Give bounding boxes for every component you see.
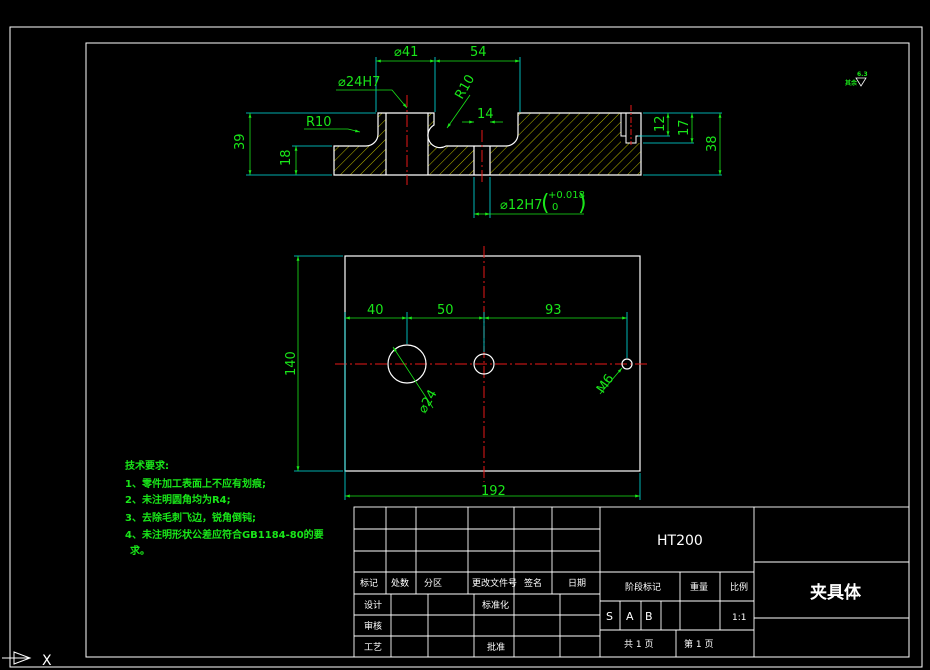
- dim-radius-top: R10: [452, 72, 478, 102]
- tech-line-1: 1、零件加工表面上不应有划痕;: [125, 477, 266, 490]
- paren-close: ): [578, 191, 587, 216]
- dim-counterbore-12: 12: [653, 115, 668, 132]
- dim-slot-width: 14: [477, 107, 494, 122]
- standardize-label: 标准化: [482, 599, 509, 611]
- tech-title: 技术要求:: [125, 459, 169, 472]
- row-design: 设计: [364, 599, 382, 611]
- row-process: 工艺: [364, 642, 382, 653]
- sheets-total: 共 1 页: [624, 639, 653, 650]
- dim-counterbore-17: 17: [677, 119, 692, 136]
- dim-hole-24: ⌀24: [415, 387, 440, 416]
- tech-line-5: 求。: [130, 544, 150, 557]
- plan-view: 140 192 40 50 93 ⌀24 M6: [284, 246, 650, 500]
- rev-header-doc: 更改文件号: [472, 577, 517, 589]
- rev-header-mark: 标记: [360, 577, 378, 589]
- svg-text:X: X: [42, 653, 52, 669]
- dim-pin-hole: ⌀24H7: [338, 75, 380, 90]
- dim-thread-m6: M6: [594, 372, 617, 397]
- outer-border: [9, 26, 923, 668]
- dim-width-140: 140: [284, 351, 299, 376]
- roughness-value: 6.3: [857, 71, 868, 78]
- plan-extension-lines: [294, 255, 641, 500]
- roughness-note: 其余: [845, 79, 858, 87]
- dim-length-192: 192: [481, 484, 506, 499]
- tech-line-3: 3、去除毛刺飞边，锐角倒钝;: [125, 511, 256, 524]
- dim-offset-54: 54: [470, 45, 487, 60]
- tech-line-4: 4、未注明形状公差应符合GB1184-80的要: [125, 528, 324, 541]
- dim-height-total: 39: [233, 133, 248, 150]
- row-check: 审核: [364, 620, 382, 632]
- approve-label: 批准: [487, 641, 505, 653]
- stage-mark-label: 阶段标记: [625, 581, 661, 593]
- roughness-symbol: 其余 6.3: [845, 71, 868, 87]
- stage-letter-a: A: [626, 610, 634, 623]
- rev-header-sign: 签名: [524, 577, 542, 589]
- dim-step-height: 18: [279, 149, 294, 166]
- scale-label: 比例: [730, 581, 748, 593]
- rev-header-zone: 分区: [424, 578, 442, 589]
- dim-slot-fit: ⌀12H7: [500, 198, 542, 213]
- dimension-lines: [248, 59, 722, 216]
- scale-value: 1:1: [732, 613, 746, 623]
- inner-frame: [85, 42, 910, 658]
- plan-dimension-lines: [296, 256, 640, 498]
- material-label: HT200: [657, 533, 703, 549]
- tech-line-2: 2、未注明圆角均为R4;: [125, 493, 231, 506]
- tech-requirements: 技术要求: 1、零件加工表面上不应有划痕; 2、未注明圆角均为R4; 3、去除毛…: [125, 459, 324, 557]
- dim-bore-dia: ⌀41: [394, 45, 418, 60]
- cad-drawing-canvas[interactable]: ⌀41 54 ⌀24H7 R10 R10 14 39 18 12 17 38 ⌀…: [0, 0, 930, 670]
- dim-93: 93: [545, 303, 562, 318]
- section-view: ⌀41 54 ⌀24H7 R10 R10 14 39 18 12 17 38 ⌀…: [233, 45, 722, 218]
- dim-50: 50: [437, 303, 454, 318]
- dim-radius-left: R10: [306, 115, 332, 130]
- rev-header-count: 处数: [391, 577, 409, 589]
- stage-letter-s: S: [606, 610, 613, 623]
- part-name: 夹具体: [810, 582, 862, 603]
- stage-letter-b: B: [645, 610, 653, 623]
- dim-height-right: 38: [705, 135, 720, 152]
- rev-header-date: 日期: [568, 578, 586, 589]
- dim-tol-lower: 0: [552, 202, 558, 213]
- sheet-number: 第 1 页: [684, 638, 713, 650]
- weight-label: 重量: [690, 581, 708, 593]
- dim-40: 40: [367, 303, 384, 318]
- extension-lines: [246, 57, 722, 218]
